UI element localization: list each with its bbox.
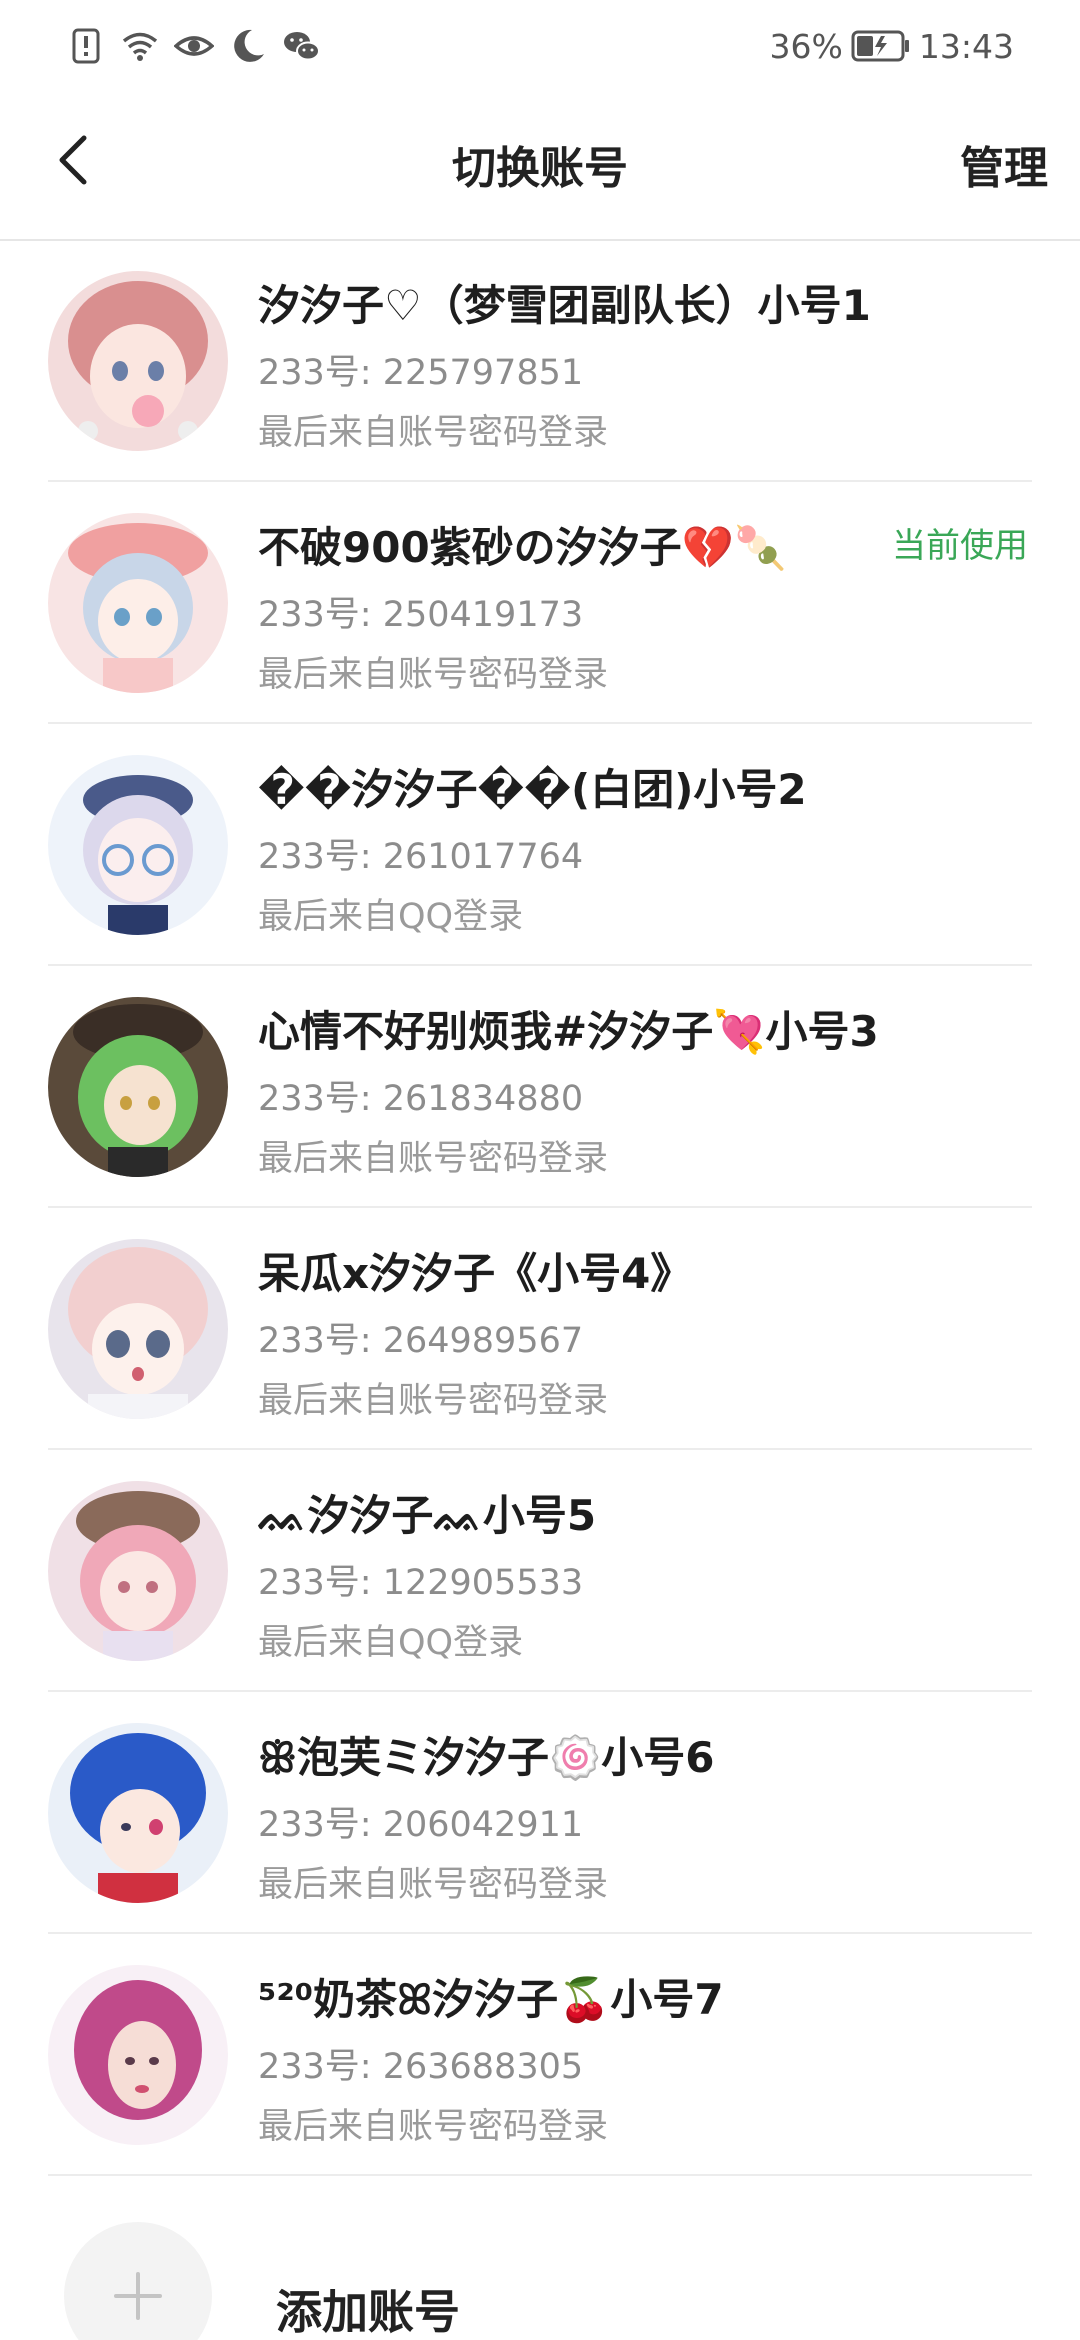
- avatar: [48, 755, 228, 935]
- add-account-button[interactable]: 添加账号: [0, 2176, 1080, 2340]
- manage-button[interactable]: 管理: [960, 132, 1048, 196]
- account-name: ᨐ汐汐子ᨐ小号5: [258, 1491, 597, 1540]
- account-login-method: 最后来自账号密码登录: [258, 655, 609, 695]
- account-name: 心情不好别烦我#汐汐子💘小号3: [258, 1007, 879, 1056]
- alert-icon: [66, 26, 106, 66]
- avatar: [48, 1965, 228, 2145]
- plus-icon: [114, 2272, 162, 2320]
- account-list: 汐汐子♡（梦雪团副队长）小号1 233号: 225797851 最后来自账号密码…: [0, 240, 1080, 2176]
- account-row[interactable]: 不破900紫砂の汐汐子💔🍡 233号: 250419173 最后来自账号密码登录…: [0, 482, 1080, 724]
- wifi-icon: [120, 26, 160, 66]
- clock: 13:43: [918, 26, 1014, 66]
- avatar: [48, 1239, 228, 1419]
- account-login-method: 最后来自QQ登录: [258, 897, 524, 937]
- account-login-method: 最后来自账号密码登录: [258, 1865, 609, 1905]
- account-name: ��汐汐子��(白团)小号2: [258, 765, 807, 814]
- account-id: 233号: 250419173: [258, 595, 584, 635]
- account-login-method: 最后来自账号密码登录: [258, 413, 609, 453]
- account-row[interactable]: ᨐ汐汐子ᨐ小号5 233号: 122905533 最后来自QQ登录: [0, 1450, 1080, 1692]
- account-name: 呆瓜x汐汐子《小号4》: [258, 1249, 693, 1298]
- eye-icon: [173, 26, 215, 66]
- account-row[interactable]: 呆瓜x汐汐子《小号4》 233号: 264989567 最后来自账号密码登录: [0, 1208, 1080, 1450]
- moon-icon: [228, 26, 268, 66]
- account-login-method: 最后来自账号密码登录: [258, 1139, 609, 1179]
- battery-icon: [851, 28, 911, 64]
- avatar: [48, 1723, 228, 1903]
- current-account-badge: 当前使用: [892, 526, 1028, 566]
- account-name: 汐汐子♡（梦雪团副队长）小号1: [258, 281, 871, 330]
- account-login-method: 最后来自账号密码登录: [258, 2107, 609, 2147]
- account-name: 不破900紫砂の汐汐子💔🍡: [258, 523, 787, 572]
- wechat-icon: [282, 26, 322, 66]
- account-row[interactable]: ⁵²⁰奶茶ꕤ汐汐子🍒小号7 233号: 263688305 最后来自账号密码登录: [0, 1934, 1080, 2176]
- battery-percent: 36%: [769, 26, 843, 66]
- status-bar: 36% 13:43: [0, 0, 1080, 92]
- account-id: 233号: 261017764: [258, 837, 584, 877]
- account-id: 233号: 206042911: [258, 1805, 584, 1845]
- account-name: ⁵²⁰奶茶ꕤ汐汐子🍒小号7: [258, 1975, 724, 2024]
- avatar: [48, 1481, 228, 1661]
- top-nav-bar: 切换账号 管理: [0, 92, 1080, 241]
- add-account-circle: [64, 2222, 212, 2340]
- account-id: 233号: 263688305: [258, 2047, 584, 2087]
- account-id: 233号: 225797851: [258, 353, 584, 393]
- add-account-label: 添加账号: [276, 2285, 460, 2339]
- account-row[interactable]: ꕥ泡芙ミ汐汐子🍥小号6 233号: 206042911 最后来自账号密码登录: [0, 1692, 1080, 1934]
- avatar: [48, 997, 228, 1177]
- account-id: 233号: 264989567: [258, 1321, 584, 1361]
- account-login-method: 最后来自QQ登录: [258, 1623, 524, 1663]
- account-row[interactable]: 心情不好别烦我#汐汐子💘小号3 233号: 261834880 最后来自账号密码…: [0, 966, 1080, 1208]
- account-id: 233号: 261834880: [258, 1079, 584, 1119]
- account-row[interactable]: 汐汐子♡（梦雪团副队长）小号1 233号: 225797851 最后来自账号密码…: [0, 240, 1080, 482]
- account-row[interactable]: ��汐汐子��(白团)小号2 233号: 261017764 最后来自QQ登录: [0, 724, 1080, 966]
- account-id: 233号: 122905533: [258, 1563, 584, 1603]
- avatar: [48, 513, 228, 693]
- page-title: 切换账号: [452, 143, 628, 194]
- account-login-method: 最后来自账号密码登录: [258, 1381, 609, 1421]
- avatar: [48, 271, 228, 451]
- account-name: ꕥ泡芙ミ汐汐子🍥小号6: [258, 1733, 715, 1782]
